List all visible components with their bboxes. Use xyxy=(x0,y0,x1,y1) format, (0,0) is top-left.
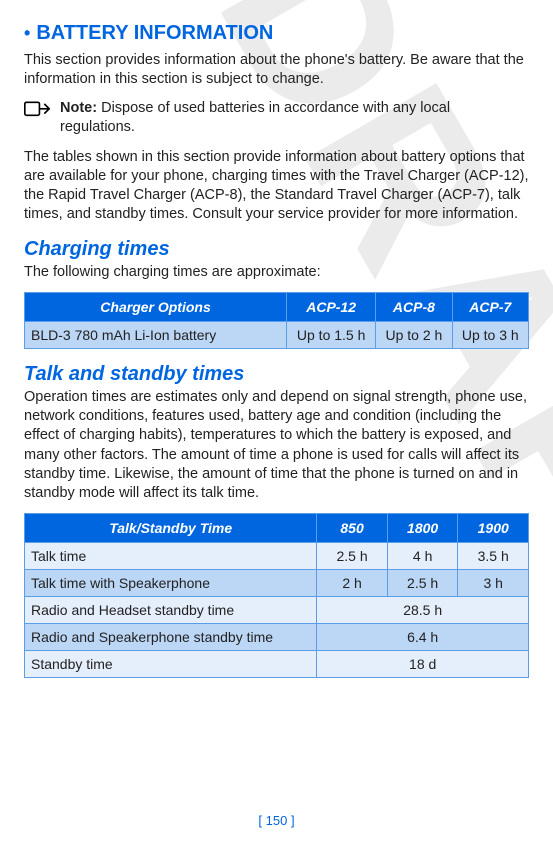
cell-battery-label: BLD-3 780 mAh Li-Ion battery xyxy=(25,322,287,349)
charging-table: Charger Options ACP-12 ACP-8 ACP-7 BLD-3… xyxy=(24,292,529,349)
talk-table: Talk/Standby Time 850 1800 1900 Talk tim… xyxy=(24,513,529,678)
th-talk-standby: Talk/Standby Time xyxy=(25,513,317,542)
cell-acp12: Up to 1.5 h xyxy=(287,322,376,349)
cell-val: 3.5 h xyxy=(458,542,529,569)
talk-intro: Operation times are estimates only and d… xyxy=(24,388,529,503)
cell-label: Radio and Speakerphone standby time xyxy=(25,623,317,650)
th-850: 850 xyxy=(317,513,388,542)
table-header-row: Talk/Standby Time 850 1800 1900 xyxy=(25,513,529,542)
table-row: Talk time with Speakerphone 2 h 2.5 h 3 … xyxy=(25,569,529,596)
th-charger-options: Charger Options xyxy=(25,293,287,322)
note-arrow-icon xyxy=(24,99,50,128)
section-title-text: BATTERY INFORMATION xyxy=(36,22,273,44)
cell-merged: 6.4 h xyxy=(317,623,529,650)
note-block: Note: Dispose of used batteries in accor… xyxy=(24,99,529,137)
section-intro: This section provides information about … xyxy=(24,51,529,89)
cell-val: 2.5 h xyxy=(317,542,388,569)
cell-label: Talk time with Speakerphone xyxy=(25,569,317,596)
cell-val: 3 h xyxy=(458,569,529,596)
cell-val: 2.5 h xyxy=(387,569,458,596)
note-text: Note: Dispose of used batteries in accor… xyxy=(60,99,529,137)
charging-intro: The following charging times are approxi… xyxy=(24,263,529,282)
page-number: [ 150 ] xyxy=(0,813,553,828)
note-label: Note: xyxy=(60,100,97,116)
cell-val: 4 h xyxy=(387,542,458,569)
cell-acp7: Up to 3 h xyxy=(452,322,528,349)
cell-label: Radio and Headset standby time xyxy=(25,596,317,623)
th-acp8: ACP-8 xyxy=(376,293,452,322)
table-header-row: Charger Options ACP-12 ACP-8 ACP-7 xyxy=(25,293,529,322)
page-content: • BATTERY INFORMATION This section provid… xyxy=(24,22,529,678)
cell-label: Talk time xyxy=(25,542,317,569)
th-1900: 1900 xyxy=(458,513,529,542)
bullet-icon: • xyxy=(24,23,30,43)
tables-intro: The tables shown in this section provide… xyxy=(24,148,529,225)
cell-label: Standby time xyxy=(25,650,317,677)
table-row: Radio and Speakerphone standby time 6.4 … xyxy=(25,623,529,650)
table-row: Radio and Headset standby time 28.5 h xyxy=(25,596,529,623)
table-row: BLD-3 780 mAh Li-Ion battery Up to 1.5 h… xyxy=(25,322,529,349)
note-body: Dispose of used batteries in accordance … xyxy=(60,100,450,135)
table-row: Talk time 2.5 h 4 h 3.5 h xyxy=(25,542,529,569)
cell-merged: 18 d xyxy=(317,650,529,677)
section-title: • BATTERY INFORMATION xyxy=(24,22,529,45)
th-1800: 1800 xyxy=(387,513,458,542)
th-acp12: ACP-12 xyxy=(287,293,376,322)
cell-val: 2 h xyxy=(317,569,388,596)
charging-heading: Charging times xyxy=(24,238,529,261)
table-row: Standby time 18 d xyxy=(25,650,529,677)
cell-acp8: Up to 2 h xyxy=(376,322,452,349)
cell-merged: 28.5 h xyxy=(317,596,529,623)
talk-heading: Talk and standby times xyxy=(24,363,529,386)
th-acp7: ACP-7 xyxy=(452,293,528,322)
